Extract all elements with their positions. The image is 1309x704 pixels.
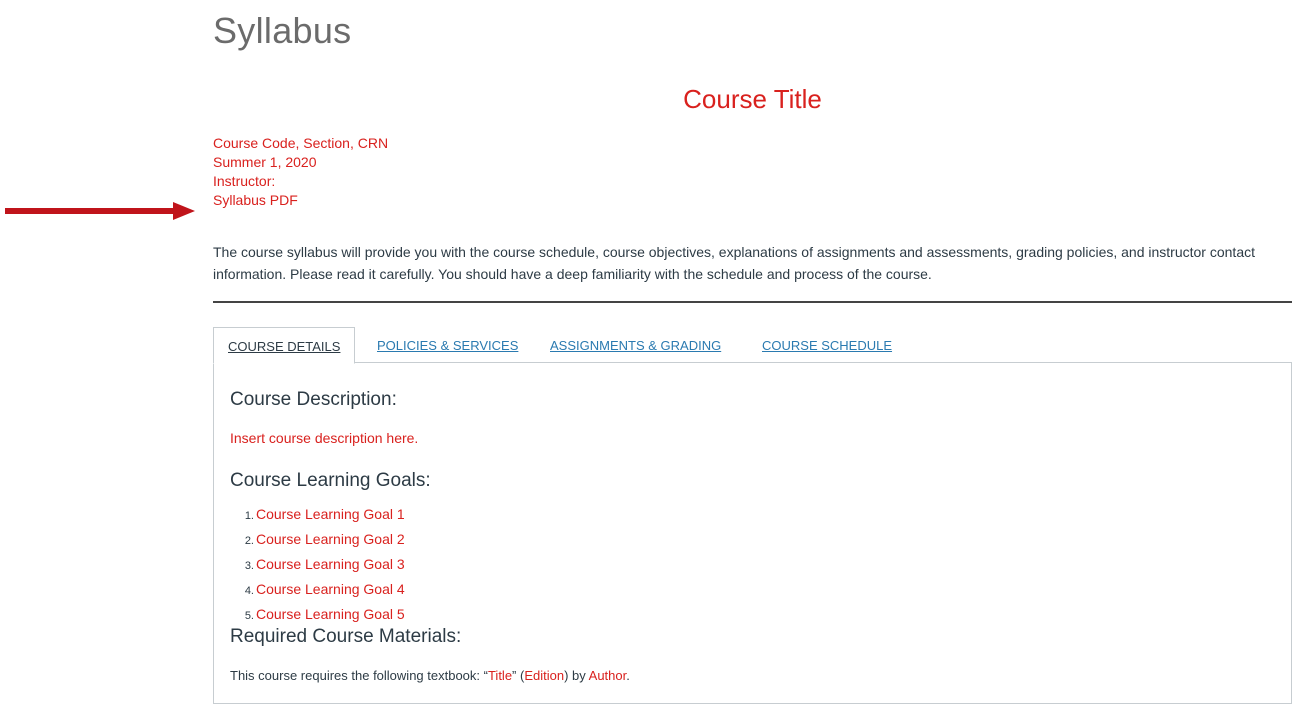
learning-goals-heading: Course Learning Goals:	[230, 470, 431, 491]
learning-goals-list: 1. Course Learning Goal 1 2. Course Learni…	[230, 503, 405, 628]
course-term: Summer 1, 2020	[213, 154, 317, 170]
syllabus-pdf-link[interactable]: Syllabus PDF	[213, 192, 298, 208]
course-code-line: Course Code, Section, CRN	[213, 135, 389, 151]
list-item: 5. Course Learning Goal 5	[244, 606, 405, 622]
list-item: 1. Course Learning Goal 1	[244, 506, 405, 522]
syllabus-tabs: COURSE DETAILS POLICIES & SERVICES ASSIG…	[213, 327, 1292, 364]
list-item: 4. Course Learning Goal 4	[244, 581, 405, 597]
course-meta: Course Code, Section, CRN Summer 1, 2020…	[213, 134, 388, 210]
page-title: Syllabus	[213, 10, 352, 51]
right-arrow-icon	[5, 202, 195, 220]
tab-course-schedule[interactable]: COURSE SCHEDULE	[762, 327, 892, 362]
section-divider	[213, 301, 1292, 303]
syllabus-intro: The course syllabus will provide you wit…	[213, 244, 1255, 282]
course-details-panel: Course Description: Insert course descri…	[213, 362, 1292, 704]
course-description-heading: Course Description:	[230, 389, 397, 410]
list-item: 3. Course Learning Goal 3	[244, 556, 405, 572]
tab-assignments-grading[interactable]: ASSIGNMENTS & GRADING	[550, 327, 721, 362]
tab-policies-services[interactable]: POLICIES & SERVICES	[377, 327, 518, 362]
instructor-label: Instructor:	[213, 173, 276, 189]
course-description-text: Insert course description here.	[230, 430, 419, 446]
materials-text: This course requires the following textb…	[230, 668, 630, 683]
tab-course-details[interactable]: COURSE DETAILS	[213, 327, 356, 364]
list-item: 2. Course Learning Goal 2	[244, 531, 405, 547]
course-title: Course Title	[683, 84, 822, 114]
materials-heading: Required Course Materials:	[230, 626, 462, 647]
